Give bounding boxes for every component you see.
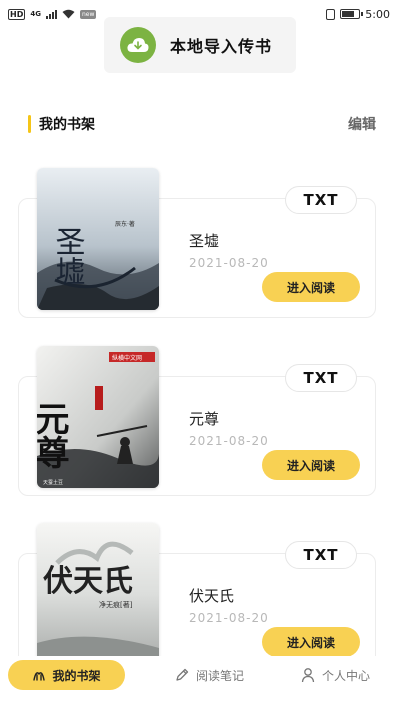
- book-cover-futianshi[interactable]: 伏天氏 净无痕[著]: [37, 523, 159, 665]
- wifi-icon: [62, 9, 75, 19]
- shelf-header: 我的书架 编辑: [28, 112, 376, 136]
- signal-icon: [45, 9, 57, 19]
- cover-publisher: 纵横中文网: [112, 354, 142, 362]
- clock: 5:00: [365, 7, 390, 21]
- nav-bookshelf-label: 我的书架: [52, 668, 101, 683]
- cover-author: 净无痕[著]: [99, 600, 133, 609]
- book-cover-yuanzun[interactable]: 纵横中文网 元尊 天蚕土豆: [37, 346, 159, 488]
- nav-profile[interactable]: 个人中心: [285, 660, 385, 690]
- hd-indicator: HD: [8, 8, 26, 20]
- read-button[interactable]: 进入阅读: [262, 450, 360, 480]
- battery-level: [342, 11, 355, 17]
- vibrate-icon: [326, 8, 336, 20]
- book-title: 元尊: [189, 410, 220, 428]
- battery-icon: [340, 9, 364, 19]
- book-item[interactable]: 伏天氏 净无痕[著] TXT 伏天氏 2021-08-20 进入阅读: [0, 523, 400, 673]
- book-title: 伏天氏: [189, 587, 235, 605]
- network-type: 4G: [30, 10, 41, 18]
- status-left: HD 4G new: [8, 8, 97, 20]
- nav-bookshelf[interactable]: 我的书架: [8, 660, 125, 690]
- edit-button[interactable]: 编辑: [348, 114, 376, 134]
- bookshelf-icon: [33, 672, 46, 681]
- notification-badge: new: [79, 9, 97, 19]
- nav-profile-label: 个人中心: [321, 668, 370, 683]
- accent-bar: [28, 115, 31, 133]
- cover-title-art: 伏天氏: [43, 564, 133, 599]
- book-date: 2021-08-20: [189, 611, 269, 625]
- format-badge: TXT: [285, 186, 357, 214]
- status-right: 5:00: [326, 8, 390, 21]
- book-cover-shengxu[interactable]: 圣墟 辰东·著: [37, 168, 159, 310]
- local-import-button[interactable]: 本地导入传书: [104, 17, 296, 73]
- bottom-nav: 我的书架 阅读笔记 个人中心: [0, 656, 400, 711]
- cover-title-art: 圣墟: [50, 226, 85, 286]
- book-title: 圣墟: [189, 232, 220, 250]
- book-item[interactable]: 纵横中文网 元尊 天蚕土豆 TXT 元尊 2021-08-20 进入阅读: [0, 346, 400, 496]
- cover-author: 天蚕土豆: [43, 479, 63, 486]
- nav-reading-notes[interactable]: 阅读笔记: [159, 660, 259, 690]
- read-button[interactable]: 进入阅读: [262, 627, 360, 657]
- read-button[interactable]: 进入阅读: [262, 272, 360, 302]
- pencil-icon: [176, 668, 189, 681]
- cloud-download-icon: [120, 27, 156, 63]
- book-item[interactable]: 圣墟 辰东·著 TXT 圣墟 2021-08-20 进入阅读: [0, 168, 400, 318]
- book-date: 2021-08-20: [189, 256, 269, 270]
- format-badge: TXT: [285, 364, 357, 392]
- shelf-title: 我的书架: [39, 117, 95, 133]
- import-label: 本地导入传书: [170, 37, 273, 56]
- cover-title-art: 元尊: [37, 401, 69, 469]
- shelf-title-group: 我的书架: [28, 114, 95, 134]
- nav-notes-label: 阅读笔记: [195, 668, 244, 683]
- cover-author: 辰东·著: [115, 220, 135, 228]
- user-icon: [301, 668, 315, 683]
- book-date: 2021-08-20: [189, 434, 269, 448]
- format-badge: TXT: [285, 541, 357, 569]
